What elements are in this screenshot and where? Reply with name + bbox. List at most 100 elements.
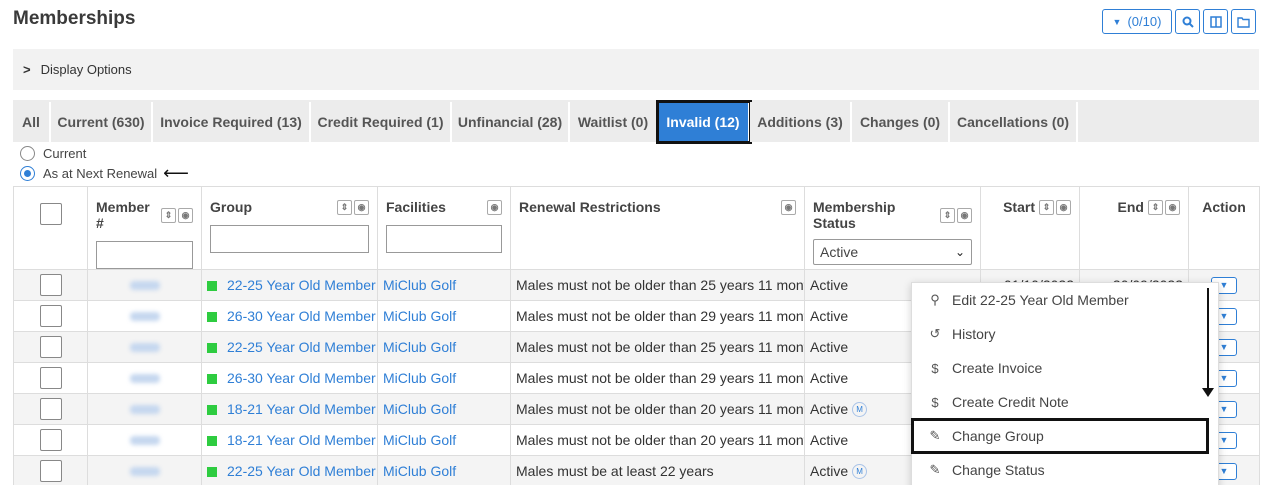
row-checkbox[interactable]: [39, 460, 62, 482]
row-checkbox[interactable]: [39, 367, 62, 389]
menu-item-change-status[interactable]: ✎ Change Status: [912, 453, 1218, 485]
display-options-toggle[interactable]: > Display Options: [13, 49, 1259, 90]
arrow-left-icon: ⟵: [163, 163, 189, 183]
status-square-icon: [207, 281, 217, 292]
eye-icon[interactable]: ◉: [354, 199, 369, 215]
sort-icon[interactable]: ⇕: [161, 207, 176, 223]
sort-icon[interactable]: ⇕: [337, 199, 352, 215]
eye-icon[interactable]: ◉: [1165, 199, 1180, 215]
facilities-filter-input[interactable]: [386, 225, 502, 253]
tab-changes[interactable]: Changes (0): [852, 102, 950, 142]
tab-invalid[interactable]: Invalid (12): [656, 100, 752, 144]
caret-down-icon: ▼: [1112, 16, 1122, 27]
start-header-label: Start: [1003, 199, 1035, 215]
radio-current[interactable]: [20, 146, 35, 161]
tab-unfinancial[interactable]: Unfinancial (28): [452, 102, 570, 142]
group-link[interactable]: 18-21 Year Old Member: [227, 401, 376, 417]
eye-icon[interactable]: ◉: [487, 199, 502, 215]
renewal-restrictions-header: Renewal Restrictions ◉: [510, 186, 805, 270]
selection-counter-dropdown[interactable]: ▼ (0/10): [1102, 9, 1172, 34]
columns-button[interactable]: [1203, 9, 1228, 34]
member-number-redacted: [129, 405, 160, 414]
row-checkbox[interactable]: [39, 398, 62, 420]
facility-link[interactable]: MiClub Golf: [383, 370, 456, 386]
facility-cell: MiClub Golf: [377, 455, 511, 485]
row-checkbox[interactable]: [39, 336, 62, 358]
facility-cell: MiClub Golf: [377, 393, 511, 425]
view-option-current[interactable]: Current: [20, 146, 86, 161]
columns-icon: [1209, 15, 1222, 28]
group-link[interactable]: 22-25 Year Old Member: [227, 277, 376, 293]
facility-link[interactable]: MiClub Golf: [383, 277, 456, 293]
select-all-checkbox[interactable]: [39, 203, 62, 225]
member-header-label: Member #: [96, 199, 150, 231]
row-select-cell: [13, 300, 88, 332]
search-button[interactable]: [1175, 9, 1200, 34]
row-action-menu: ⚲ Edit 22-25 Year Old Member ↺ History $ Crea…: [911, 282, 1219, 485]
tab-current[interactable]: Current (630): [51, 102, 153, 142]
facility-cell: MiClub Golf: [377, 300, 511, 332]
row-checkbox[interactable]: [39, 274, 62, 296]
group-header-label: Group: [210, 199, 252, 215]
radio-next-renewal[interactable]: [20, 166, 35, 181]
sort-icon[interactable]: ⇕: [940, 207, 955, 223]
eye-icon[interactable]: ◉: [178, 207, 193, 223]
row-select-cell: [13, 362, 88, 394]
group-cell: 22-25 Year Old Member: [201, 331, 378, 363]
eye-icon[interactable]: ◉: [957, 207, 972, 223]
tab-additions[interactable]: Additions (3): [750, 102, 852, 142]
tab-invoice-required[interactable]: Invoice Required (13): [153, 102, 311, 142]
group-link[interactable]: 22-25 Year Old Member: [227, 463, 376, 479]
menu-item-create-credit-note[interactable]: $ Create Credit Note: [912, 385, 1218, 419]
group-link[interactable]: 22-25 Year Old Member: [227, 339, 376, 355]
facility-link[interactable]: MiClub Golf: [383, 432, 456, 448]
menu-item-create-invoice[interactable]: $ Create Invoice: [912, 351, 1218, 385]
status-filter-select[interactable]: Active ⌄: [813, 239, 972, 265]
menu-item-label: Change Status: [952, 462, 1045, 478]
facility-link[interactable]: MiClub Golf: [383, 339, 456, 355]
arrow-down-icon: [1202, 388, 1214, 397]
group-cell: 26-30 Year Old Member: [201, 362, 378, 394]
member-number-cell: [87, 362, 202, 394]
dollar-icon: $: [931, 360, 939, 376]
row-checkbox[interactable]: [39, 305, 62, 327]
member-number-redacted: [129, 374, 160, 383]
restriction-cell: Males must not be older than 29 years 11…: [510, 300, 805, 332]
eye-icon[interactable]: ◉: [1056, 199, 1071, 215]
menu-item-label: Create Invoice: [952, 360, 1043, 376]
facility-link[interactable]: MiClub Golf: [383, 463, 456, 479]
group-link[interactable]: 26-30 Year Old Member: [227, 370, 376, 386]
view-option-next-renewal[interactable]: As at Next Renewal ⟵: [20, 163, 189, 183]
sort-icon[interactable]: ⇕: [1039, 199, 1054, 215]
chevron-right-icon: >: [23, 62, 31, 77]
facility-link[interactable]: MiClub Golf: [383, 401, 456, 417]
membership-badge: M: [852, 402, 868, 418]
status-text: Active: [810, 370, 849, 386]
tab-all[interactable]: All: [13, 102, 51, 142]
row-select-cell: [13, 455, 88, 485]
menu-item-change-group[interactable]: ✎ Change Group: [911, 418, 1209, 454]
group-filter-input[interactable]: [210, 225, 369, 253]
member-filter-input[interactable]: [96, 241, 193, 269]
group-header: Group ⇕ ◉: [201, 186, 378, 270]
status-square-icon: [207, 374, 217, 385]
caret-down-icon: ▼: [1219, 404, 1229, 414]
facility-cell: MiClub Golf: [377, 424, 511, 456]
search-icon: ⚲: [930, 292, 940, 307]
folder-button[interactable]: [1231, 9, 1256, 34]
menu-item-edit-22-25-year-old-member[interactable]: ⚲ Edit 22-25 Year Old Member: [912, 283, 1218, 317]
group-cell: 22-25 Year Old Member: [201, 455, 378, 485]
row-checkbox[interactable]: [39, 429, 62, 451]
member-number-cell: [87, 269, 202, 301]
tab-cancellations[interactable]: Cancellations (0): [950, 102, 1078, 142]
menu-item-history[interactable]: ↺ History: [912, 317, 1218, 351]
sort-icon[interactable]: ⇕: [1148, 199, 1163, 215]
restriction-cell: Males must not be older than 20 years 11…: [510, 393, 805, 425]
facility-link[interactable]: MiClub Golf: [383, 308, 456, 324]
tab-waitlist[interactable]: Waitlist (0): [570, 102, 658, 142]
tab-credit-required[interactable]: Credit Required (1): [311, 102, 452, 142]
eye-icon[interactable]: ◉: [781, 199, 796, 215]
group-link[interactable]: 26-30 Year Old Member: [227, 308, 376, 324]
menu-item-label: Change Group: [952, 428, 1044, 444]
group-link[interactable]: 18-21 Year Old Member: [227, 432, 376, 448]
